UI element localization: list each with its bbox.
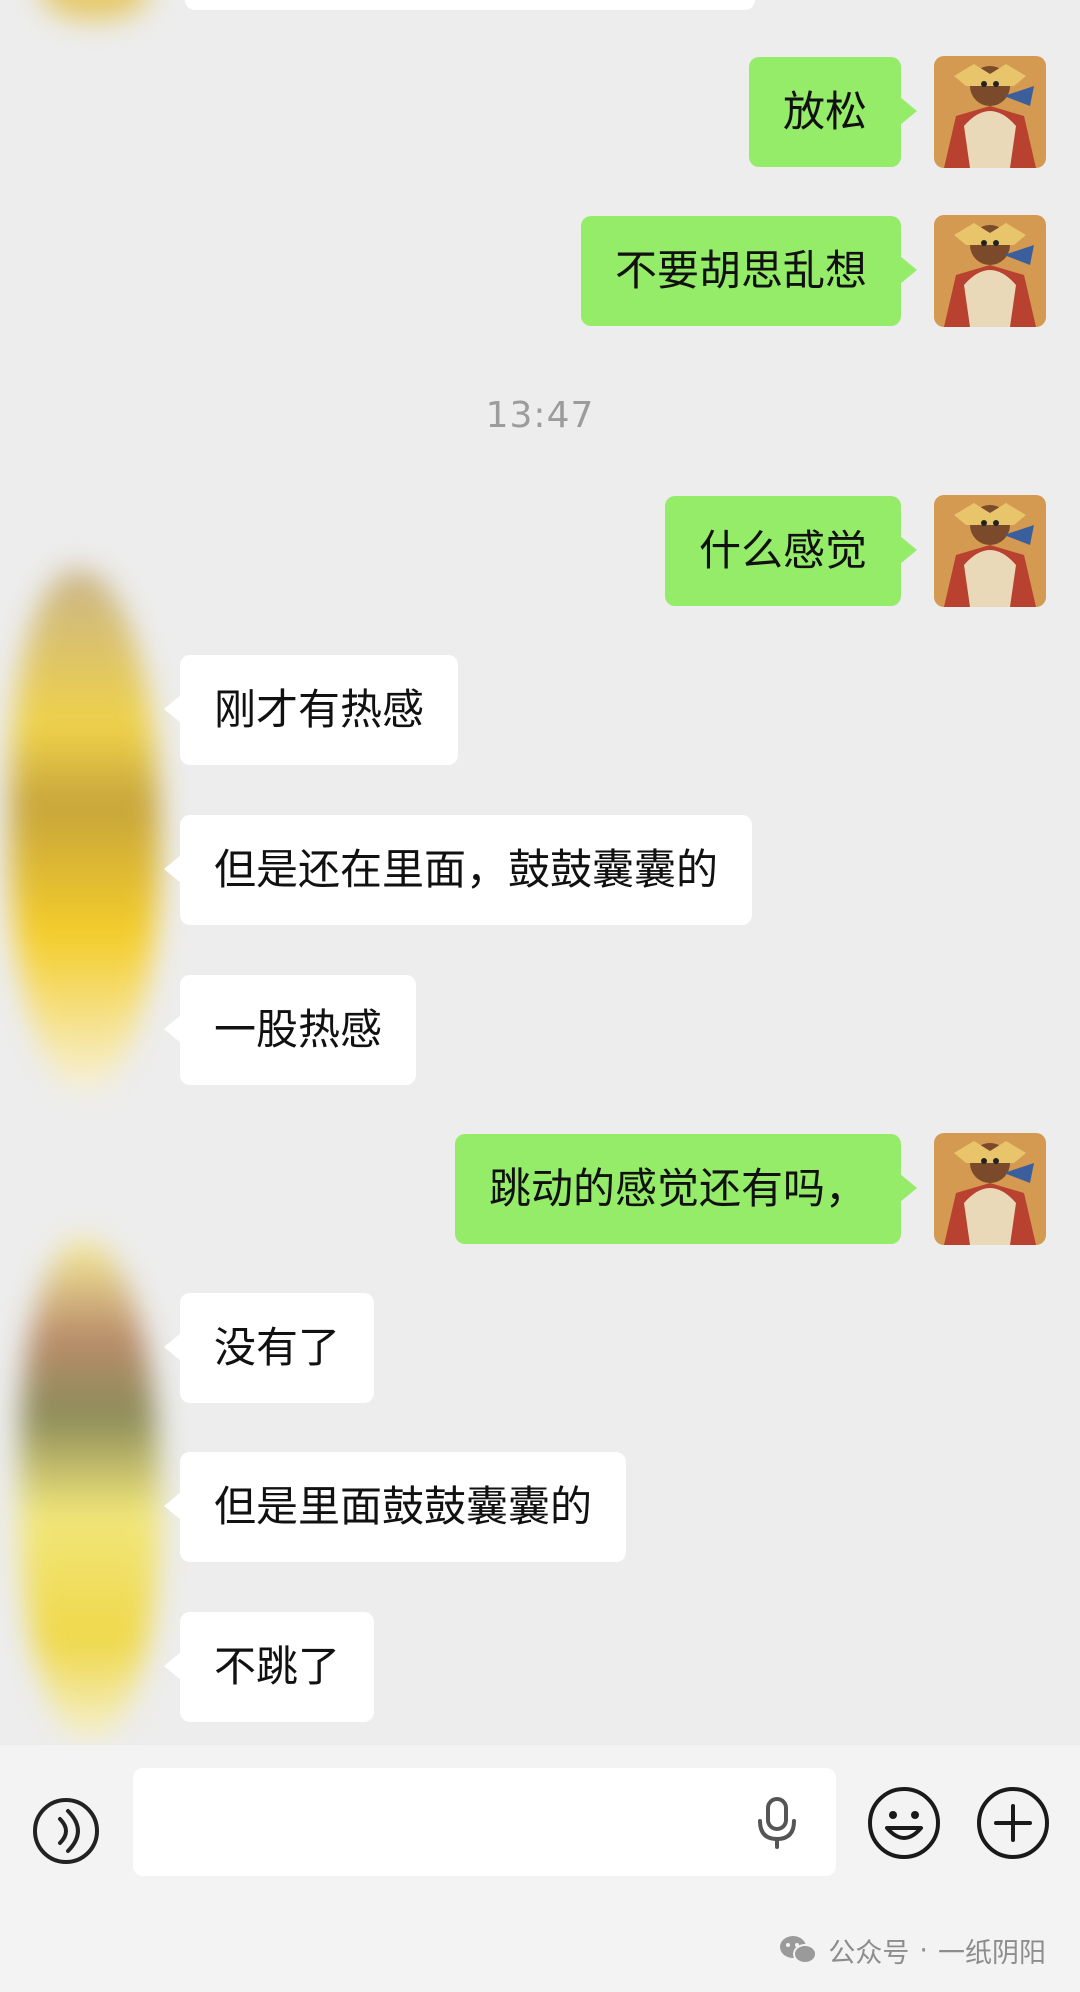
message-sent[interactable]: 不要胡思乱想 xyxy=(580,216,918,326)
avatar-image xyxy=(934,56,1046,168)
timestamp: 13:47 xyxy=(485,395,595,436)
message-text: 但是还在里面，鼓鼓囊囊的 xyxy=(163,815,753,925)
contact-avatar[interactable] xyxy=(40,0,150,20)
message-text: 不要胡思乱想 xyxy=(580,216,918,326)
message-text: 一股热感 xyxy=(163,975,417,1085)
contact-avatar[interactable] xyxy=(10,570,160,1090)
chat-area[interactable]: 放松 不要胡思乱想 13:47 什么感觉 刚才有热感 但是还在里面，鼓鼓囊囊的 … xyxy=(0,0,1080,1745)
message-text: 但是里面鼓鼓囊囊的 xyxy=(163,1452,627,1562)
message-sent[interactable]: 放松 xyxy=(748,57,918,167)
partial-message-bubble[interactable] xyxy=(185,0,755,10)
watermark-separator: · xyxy=(919,1934,928,1966)
watermark-account: 一纸阴阳 xyxy=(938,1937,1046,1969)
avatar-image xyxy=(934,215,1046,327)
my-avatar[interactable] xyxy=(934,56,1046,168)
emoji-icon[interactable] xyxy=(867,1786,941,1860)
my-avatar[interactable] xyxy=(934,215,1046,327)
message-received[interactable]: 不跳了 xyxy=(163,1612,375,1722)
message-text: 没有了 xyxy=(163,1293,375,1403)
message-text: 什么感觉 xyxy=(664,496,918,606)
message-text: 刚才有热感 xyxy=(163,655,459,765)
wechat-icon xyxy=(780,1936,818,1964)
message-text: 跳动的感觉还有吗， xyxy=(454,1134,918,1244)
microphone-icon[interactable] xyxy=(752,1797,802,1849)
message-text: 不跳了 xyxy=(163,1612,375,1722)
message-received[interactable]: 一股热感 xyxy=(163,975,417,1085)
message-sent[interactable]: 什么感觉 xyxy=(664,496,918,606)
avatar-image xyxy=(934,495,1046,607)
message-received[interactable]: 但是里面鼓鼓囊囊的 xyxy=(163,1452,627,1562)
message-input[interactable] xyxy=(133,1768,836,1876)
message-text: 放松 xyxy=(748,57,918,167)
message-received[interactable]: 但是还在里面，鼓鼓囊囊的 xyxy=(163,815,753,925)
message-received[interactable]: 没有了 xyxy=(163,1293,375,1403)
plus-icon[interactable] xyxy=(976,1786,1050,1860)
watermark: 公众号 · 一纸阴阳 xyxy=(778,1930,1046,1970)
voice-toggle-icon[interactable] xyxy=(30,1795,102,1867)
my-avatar[interactable] xyxy=(934,495,1046,607)
contact-avatar[interactable] xyxy=(20,1240,160,1740)
avatar-image xyxy=(934,1133,1046,1245)
message-sent[interactable]: 跳动的感觉还有吗， xyxy=(454,1134,918,1244)
my-avatar[interactable] xyxy=(934,1133,1046,1245)
watermark-source: 公众号 xyxy=(828,1937,910,1969)
message-received[interactable]: 刚才有热感 xyxy=(163,655,459,765)
